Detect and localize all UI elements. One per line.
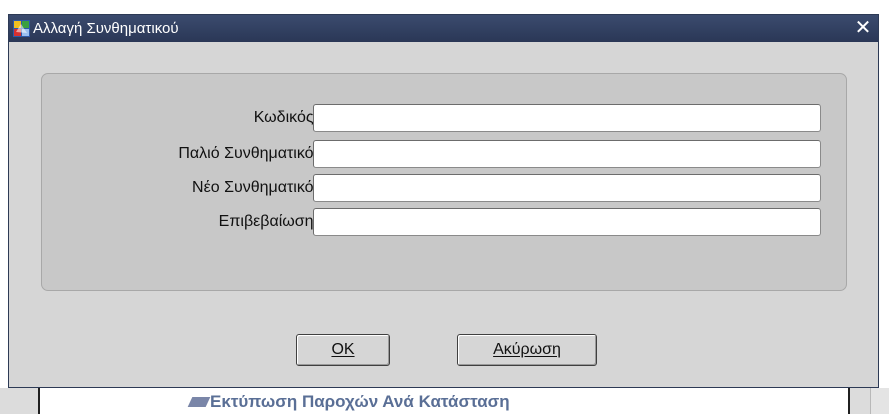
confirm-password-input[interactable]	[313, 208, 821, 236]
close-icon[interactable]: ✕	[852, 17, 874, 39]
new-password-input[interactable]	[313, 174, 821, 202]
ok-button[interactable]: OK	[296, 334, 390, 366]
dialog-titlebar[interactable]: Αλλαγή Συνθηματικού ✕	[9, 15, 878, 42]
background-window: Εκτύπωση Παροχών Ανά Κατάσταση	[0, 388, 889, 414]
code-input[interactable]	[313, 104, 821, 132]
dialog-title: Αλλαγή Συνθηματικού	[33, 20, 179, 37]
change-password-dialog: Αλλαγή Συνθηματικού ✕ Κωδικός: Παλιό Συν…	[8, 14, 879, 388]
form-row-old-password: Παλιό Συνθηματικό:	[42, 140, 848, 168]
background-panel: Εκτύπωση Παροχών Ανά Κατάσταση	[38, 388, 850, 414]
background-scrollbar[interactable]	[870, 388, 889, 414]
form-row-confirm: Επιβεβαίωση:	[42, 208, 848, 236]
background-menu-item: Εκτύπωση Παροχών Ανά Κατάσταση	[210, 392, 510, 411]
cancel-button[interactable]: Ακύρωση	[457, 334, 597, 366]
form-panel: Κωδικός: Παλιό Συνθηματικό: Νέο Συνθηματ…	[41, 73, 847, 291]
app-logo-icon	[13, 20, 30, 37]
old-password-input[interactable]	[313, 140, 821, 168]
form-row-new-password: Νέο Συνθηματικό:	[42, 174, 848, 202]
code-label: Κωδικός:	[253, 109, 318, 126]
report-icon	[187, 397, 211, 407]
ok-button-label: OK	[331, 341, 355, 358]
form-row-code: Κωδικός:	[42, 104, 848, 132]
cancel-button-label: Ακύρωση	[493, 341, 561, 358]
old-password-label: Παλιό Συνθηματικό:	[178, 145, 318, 162]
confirm-label: Επιβεβαίωση:	[218, 213, 318, 230]
new-password-label: Νέο Συνθηματικό:	[192, 179, 318, 196]
